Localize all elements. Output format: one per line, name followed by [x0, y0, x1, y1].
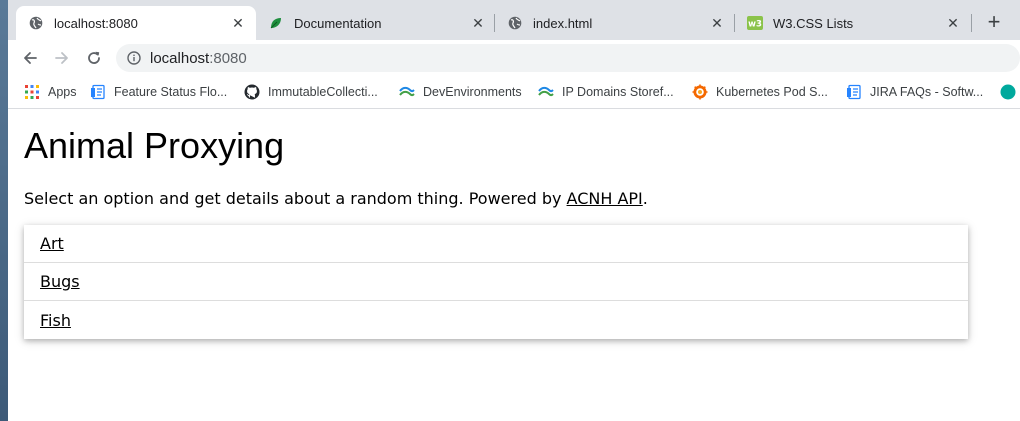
bookmark-apps[interactable]: Apps: [24, 82, 77, 102]
bookmark-feature-status[interactable]: Feature Status Flo...: [90, 82, 227, 102]
bookmarks-bar: Apps Feature Status Flo... ImmutableColl…: [8, 76, 1020, 109]
option-link-art[interactable]: Art: [40, 234, 64, 253]
bookmark-label: JIRA FAQs - Softw...: [870, 85, 984, 99]
desktop-edge: [0, 0, 8, 421]
intro-prefix: Select an option and get details about a…: [24, 189, 567, 208]
intro-text: Select an option and get details about a…: [24, 189, 648, 208]
tab-title: Documentation: [294, 15, 382, 31]
close-icon[interactable]: ✕: [230, 15, 246, 31]
address-bar[interactable]: localhost:8080: [116, 44, 1020, 72]
address-port: :8080: [209, 49, 247, 67]
grafana-icon: [692, 84, 708, 100]
reload-button[interactable]: [80, 44, 108, 72]
bookmark-label: Feature Status Flo...: [114, 85, 228, 99]
bookmark-kubernetes-pod[interactable]: Kubernetes Pod S...: [692, 82, 828, 102]
tab-index-html[interactable]: index.html ✕: [495, 6, 735, 40]
apps-grid-icon: [24, 84, 40, 100]
page-content: Animal Proxying Select an option and get…: [8, 109, 1020, 421]
bookmark-label: Apps: [48, 85, 77, 99]
wave-icon: [538, 84, 554, 100]
w3-icon: w3: [747, 15, 763, 31]
list-item-fish: Fish: [24, 301, 968, 339]
close-icon[interactable]: ✕: [709, 15, 725, 31]
forward-button[interactable]: [48, 44, 76, 72]
tab-documentation[interactable]: Documentation ✕: [256, 6, 496, 40]
close-icon[interactable]: ✕: [470, 15, 486, 31]
bookmark-dev-environments[interactable]: DevEnvironments: [399, 82, 522, 102]
confluence-page-icon: [90, 84, 106, 100]
browser-toolbar: localhost:8080: [8, 40, 1020, 76]
bookmark-ip-domains[interactable]: IP Domains Storef...: [538, 82, 674, 102]
bookmark-immutable-collections[interactable]: ImmutableCollecti...: [244, 82, 378, 102]
bookmark-label: ImmutableCollecti...: [268, 85, 378, 99]
globe-icon: [28, 15, 44, 31]
tab-title: localhost:8080: [54, 15, 138, 31]
stack-icon: [1000, 84, 1016, 100]
back-button[interactable]: [16, 44, 44, 72]
confluence-page-icon: [846, 84, 862, 100]
address-host: localhost: [150, 49, 210, 67]
list-item-art: Art: [24, 225, 968, 263]
intro-suffix: .: [642, 189, 648, 208]
browser-window: localhost:8080 ✕ Documentation ✕ index.h: [8, 0, 1020, 421]
tab-strip: localhost:8080 ✕ Documentation ✕ index.h: [8, 0, 1020, 40]
back-arrow-icon: [24, 52, 37, 64]
close-icon[interactable]: ✕: [945, 15, 961, 31]
reload-icon: [88, 51, 100, 64]
tab-title: index.html: [533, 15, 593, 31]
svg-text:w3: w3: [748, 20, 762, 30]
info-icon[interactable]: [126, 50, 142, 66]
option-link-fish[interactable]: Fish: [40, 311, 71, 330]
acnh-api-link[interactable]: ACNH API: [567, 189, 643, 208]
option-link-bugs[interactable]: Bugs: [40, 272, 80, 291]
bookmark-label: Kubernetes Pod S...: [716, 85, 828, 99]
tab-w3css-lists[interactable]: w3 W3.CSS Lists ✕: [735, 6, 971, 40]
tab-localhost[interactable]: localhost:8080 ✕: [16, 6, 256, 40]
address-url: localhost:8080: [150, 50, 247, 67]
page-title: Animal Proxying: [24, 125, 285, 166]
wave-icon: [399, 84, 415, 100]
bookmark-overflow[interactable]: [1000, 82, 1020, 102]
list-item-bugs: Bugs: [24, 263, 968, 301]
forward-arrow-icon: [55, 52, 68, 64]
github-icon: [244, 84, 260, 100]
bookmark-label: DevEnvironments: [423, 85, 522, 99]
options-list: Art Bugs Fish: [24, 225, 968, 339]
bookmark-label: IP Domains Storef...: [562, 85, 674, 99]
tab-separator: [971, 14, 972, 32]
bookmark-jira-faqs[interactable]: JIRA FAQs - Softw...: [846, 82, 983, 102]
tab-title: W3.CSS Lists: [773, 15, 854, 31]
leaf-icon: [268, 15, 284, 31]
globe-icon: [507, 15, 523, 31]
new-tab-button[interactable]: +: [980, 8, 1008, 36]
